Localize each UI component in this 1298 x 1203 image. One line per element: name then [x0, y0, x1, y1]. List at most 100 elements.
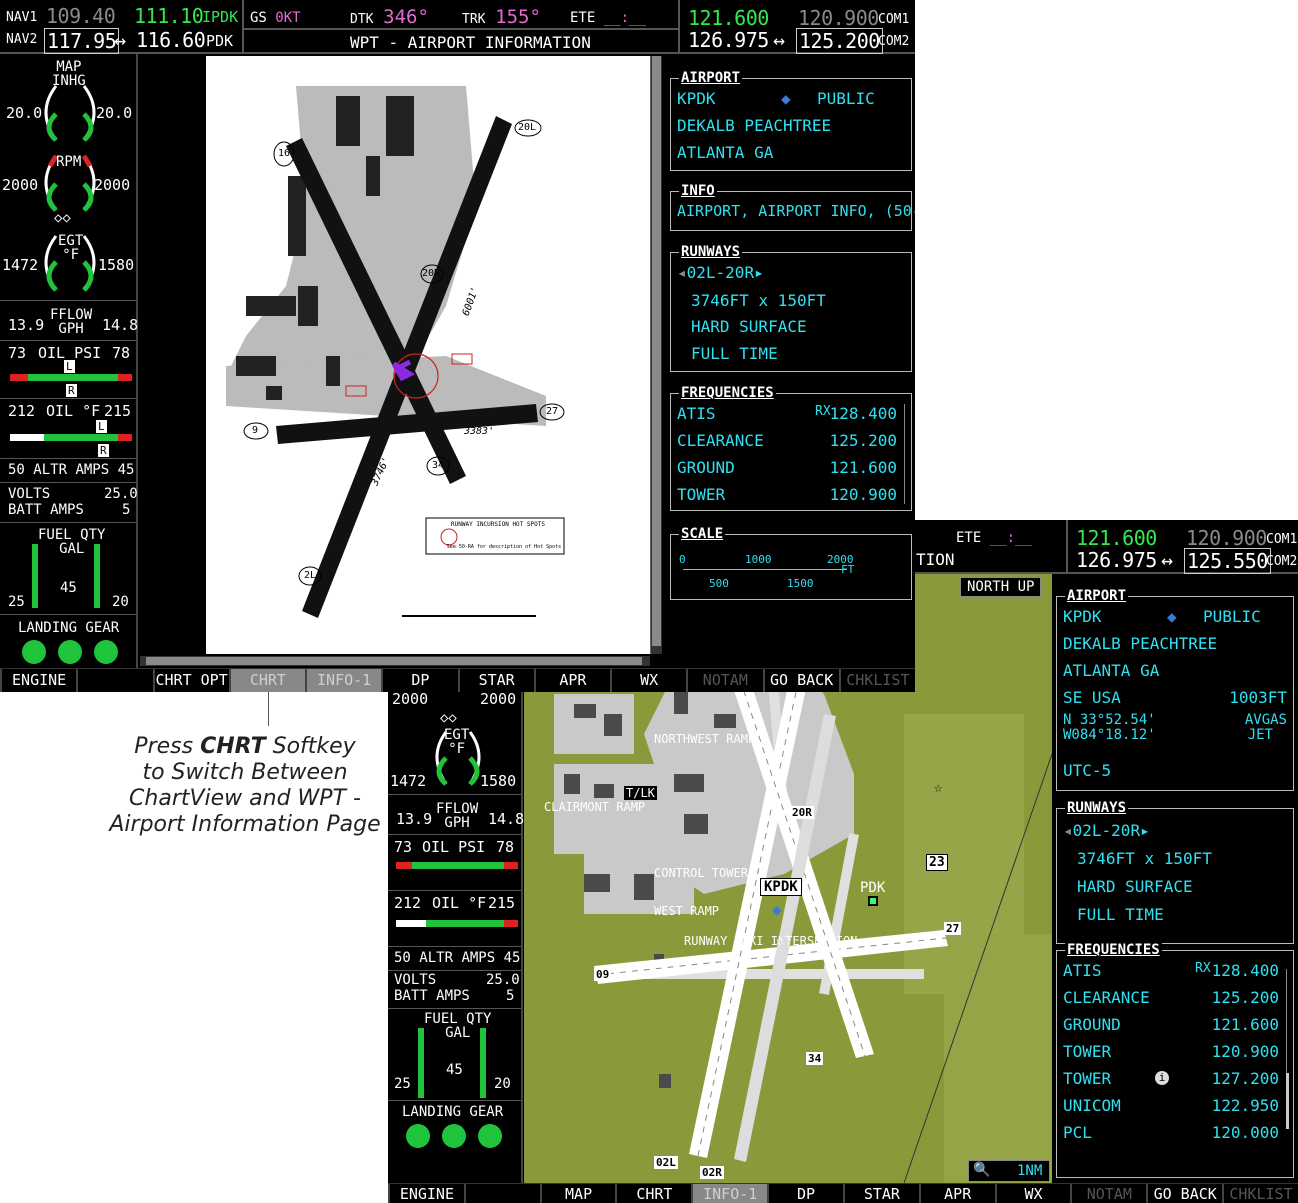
caption: Press CHRT Softkey to Switch Between Cha… [100, 734, 390, 838]
airport-ident[interactable]: KPDK [677, 89, 716, 108]
altr-right: 45 [117, 462, 135, 478]
softkey-go-back[interactable]: GO BACK [762, 669, 839, 692]
oil-temp-label: OIL °F [432, 894, 487, 912]
com1-active[interactable]: 121.600 [688, 6, 769, 30]
freq-row[interactable]: TOWER 120.900 [677, 485, 897, 504]
softkey-chklist[interactable]: CHKLIST [838, 669, 915, 692]
fflow-unit: GPH [58, 321, 84, 337]
frequencies-scroll-thumb[interactable] [1286, 1073, 1289, 1129]
softkey-engine[interactable]: ENGINE [0, 669, 76, 692]
oil-psi-bar-red-right [504, 862, 518, 869]
fuel-qty-unit: GAL [445, 1025, 471, 1041]
softkey-wx[interactable]: WX [994, 1184, 1071, 1203]
screen-chartview: NAV1 109.40 111.10 IPDK NAV2 117.95 ↔ 11… [0, 0, 915, 692]
softkey-map[interactable]: MAP [539, 1184, 616, 1203]
freq-row[interactable]: ATIS RX 128.400 [677, 404, 897, 423]
softkey-info-1[interactable]: INFO-1 [305, 669, 382, 692]
runway-next-icon[interactable]: ▸ [754, 263, 764, 282]
softkey-chrt[interactable]: CHRT [615, 1184, 691, 1203]
oil-psi-right: 78 [112, 344, 131, 362]
trk-label: TRK [462, 12, 486, 27]
nav2-active[interactable]: 117.95 [44, 28, 120, 54]
com2-active[interactable]: 126.975 [688, 28, 769, 52]
frequencies-section-title: FREQUENCIES [1065, 942, 1162, 958]
oil-psi-left-pointer: L [64, 360, 75, 373]
com1-standby[interactable]: 120.900 [1186, 526, 1267, 550]
runway-length: 3746FT [1077, 849, 1135, 868]
freq-row[interactable]: TOWER i 127.200 [1063, 1069, 1279, 1088]
freq-row[interactable]: ATIS RX 128.400 [1063, 961, 1279, 980]
softkey-apr[interactable]: APR [918, 1184, 995, 1203]
freq-row[interactable]: CLEARANCE 125.200 [677, 431, 897, 450]
airport-section-1: AIRPORT KPDK ◆ PUBLIC DEKALB PEACHTREE ATL… [670, 70, 912, 171]
info-icon[interactable]: i [1155, 1071, 1169, 1085]
nav1-standby[interactable]: 109.40 [46, 4, 116, 28]
softkey-dp[interactable]: DP [767, 1184, 843, 1203]
softkey-wx[interactable]: WX [610, 669, 686, 692]
com2-active[interactable]: 126.975 [1076, 548, 1157, 572]
altr-left: 50 [394, 950, 411, 966]
softkey-notam[interactable]: NOTAM [1070, 1184, 1146, 1203]
com1-standby[interactable]: 120.900 [798, 6, 879, 30]
softkey-engine[interactable]: ENGINE [388, 1184, 464, 1203]
frequencies-scrollbar[interactable] [904, 404, 907, 504]
softkey-chrt-opt[interactable]: CHRT OPT [152, 669, 229, 692]
chart-vertical-scrollbar[interactable] [650, 56, 662, 654]
softkey-chklist[interactable]: CHKLIST [1222, 1184, 1298, 1203]
label-length-3383: 3383' [464, 426, 495, 437]
freq-row[interactable]: GROUND 121.600 [1063, 1015, 1279, 1034]
label-rwy-02r: 02R [700, 1166, 724, 1179]
dtk-value: 346° [383, 6, 429, 28]
freq-row[interactable]: PCL 120.000 [1063, 1123, 1279, 1142]
com-swap-icon[interactable]: ↔ [773, 28, 785, 52]
egt-left-value: 1472 [2, 256, 39, 274]
oil-psi-left: 73 [394, 838, 413, 856]
softkey-star[interactable]: STAR [457, 669, 534, 692]
softkey-bar-1: ENGINE CHRT OPT CHRT INFO-1 DP STAR APR … [0, 668, 915, 692]
runway-prev-icon[interactable]: ◂ [677, 263, 687, 282]
chartview-area[interactable]: 20L 16 20R 27 9 34 2L 3383' 6001' 3746' … [140, 56, 664, 668]
oil-psi-bar-red-right [118, 374, 132, 381]
freq-row[interactable]: GROUND 121.600 [677, 458, 897, 477]
scale-tick-1500: 1500 [787, 577, 814, 590]
scale-tick-500: 500 [709, 577, 729, 590]
softkey-chrt[interactable]: CHRT [228, 669, 305, 692]
softkey-notam[interactable]: NOTAM [686, 669, 762, 692]
com2-standby[interactable]: 125.550 [1184, 548, 1271, 574]
com2-standby[interactable]: 125.200 [796, 28, 883, 54]
softkey-dp[interactable]: DP [381, 669, 457, 692]
label-tlk: T/LK [624, 786, 657, 800]
map-range-box[interactable]: 🔍 1NM [968, 1160, 1050, 1182]
nav1-active[interactable]: 111.10 [134, 4, 204, 28]
com1-active[interactable]: 121.600 [1076, 526, 1157, 550]
fuel-right-value: 20 [494, 1076, 511, 1092]
fuel-right-bar [94, 544, 100, 608]
chart-horizontal-scrollbar[interactable] [140, 656, 650, 666]
swap-icon[interactable]: ↔ [1161, 548, 1173, 572]
softkey-star[interactable]: STAR [842, 1184, 919, 1203]
runway-lighting: FULL TIME [691, 344, 778, 363]
softkey-go-back[interactable]: GO BACK [1146, 1184, 1222, 1203]
label-pdk: PDK [860, 880, 886, 896]
nav-swap-icon[interactable]: ↔ [114, 28, 126, 52]
info-value[interactable]: AIRPORT, AIRPORT INFO, (50- [677, 202, 915, 220]
runway-selector[interactable]: 02L-20R [1073, 821, 1140, 840]
runway-next-icon[interactable]: ▸ [1140, 821, 1150, 840]
label-west-ramp: WEST RAMP [654, 904, 720, 918]
freq-row[interactable]: CLEARANCE 125.200 [1063, 988, 1279, 1007]
softkey-blank[interactable] [76, 669, 152, 692]
caption-line3: ChartView and WPT - [129, 786, 361, 811]
runway-prev-icon[interactable]: ◂ [1063, 821, 1073, 840]
volts-value: 25.0 [486, 972, 520, 988]
airport-ident[interactable]: KPDK [1063, 607, 1102, 626]
freq-row[interactable]: TOWER 120.900 [1063, 1042, 1279, 1061]
oil-psi-bar-red-left [10, 374, 28, 381]
nav2-standby[interactable]: 116.60 [136, 28, 206, 52]
softkey-apr[interactable]: APR [533, 669, 610, 692]
egt-right-value: 1580 [98, 256, 135, 274]
freq-row[interactable]: UNICOM 122.950 [1063, 1096, 1279, 1115]
egt-gauge-arcs [435, 731, 481, 786]
softkey-blank[interactable] [463, 1184, 540, 1203]
runway-selector[interactable]: 02L-20R [687, 263, 754, 282]
softkey-info-1[interactable]: INFO-1 [691, 1184, 768, 1203]
